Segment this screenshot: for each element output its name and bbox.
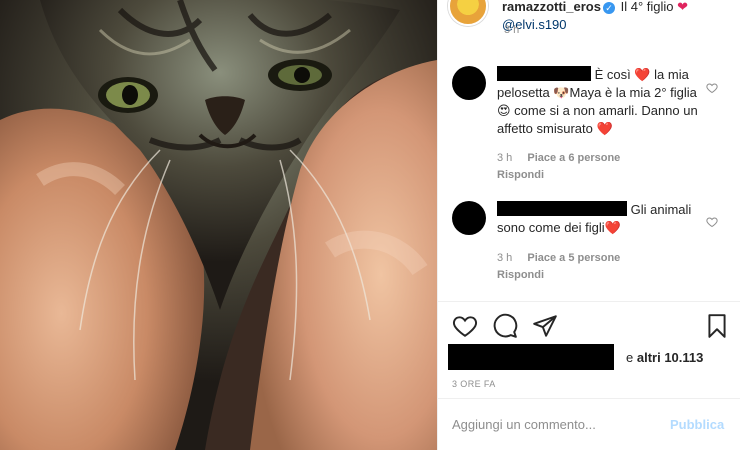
likes-prefix: e bbox=[626, 350, 634, 365]
likes-others[interactable]: altri 10.113 bbox=[637, 350, 704, 365]
comment-time: 3 h bbox=[497, 252, 513, 264]
author-username[interactable]: ramazzotti_eros bbox=[502, 0, 601, 14]
divider bbox=[438, 301, 740, 302]
comment-item: Gli animali sono come dei figli❤️ 3 h Pi… bbox=[452, 201, 732, 291]
comment-body: Gli animali sono come dei figli❤️ bbox=[497, 201, 707, 237]
caption-time: 3 h bbox=[504, 24, 520, 36]
comment-time: 3 h bbox=[497, 152, 513, 164]
comment-item: È così ❤️ la mia pelosetta 🐶Maya è la mi… bbox=[452, 66, 732, 186]
comment-likes[interactable]: Piace a 6 persone bbox=[527, 152, 620, 164]
caption-text: ramazzotti_eros ✓ Il 4° figlio ❤ @elvi.s1… bbox=[502, 0, 732, 34]
author-avatar[interactable] bbox=[448, 0, 488, 26]
post-photo[interactable] bbox=[0, 0, 437, 450]
bookmark-icon[interactable] bbox=[704, 313, 730, 339]
heart-icon[interactable] bbox=[452, 313, 478, 339]
commenter-avatar[interactable] bbox=[452, 66, 486, 100]
likes-summary: e altri 10.113 bbox=[448, 344, 738, 370]
reply-button[interactable]: Rispondi bbox=[497, 269, 544, 281]
redacted-username bbox=[497, 66, 591, 81]
paper-plane-icon[interactable] bbox=[532, 313, 558, 339]
comment-bubble-icon[interactable] bbox=[492, 313, 518, 339]
likes-count[interactable]: e altri 10.113 bbox=[626, 350, 703, 365]
caption-body: Il 4° figlio bbox=[620, 0, 674, 14]
caption: ramazzotti_eros ✓ Il 4° figlio ❤ @elvi.s1… bbox=[444, 0, 734, 50]
commenter-avatar[interactable] bbox=[452, 201, 486, 235]
comment-meta: 3 h Piace a 6 persone bbox=[497, 152, 632, 164]
heart-emoji-icon: ❤ bbox=[677, 0, 689, 14]
verified-badge-icon: ✓ bbox=[602, 1, 615, 14]
comment-meta: 3 h Piace a 5 persone bbox=[497, 252, 632, 264]
divider bbox=[438, 398, 740, 399]
comment-like-heart-icon[interactable] bbox=[706, 82, 718, 94]
cat-between-legs-image bbox=[0, 0, 437, 450]
comment-body: È così ❤️ la mia pelosetta 🐶Maya è la mi… bbox=[497, 66, 707, 138]
post-age: 3 ORE FA bbox=[452, 379, 496, 389]
publish-button[interactable]: Pubblica bbox=[670, 417, 724, 432]
reply-button[interactable]: Rispondi bbox=[497, 169, 544, 181]
post-side-panel: ramazzotti_eros ✓ Il 4° figlio ❤ @elvi.s1… bbox=[437, 0, 740, 450]
comment-likes[interactable]: Piace a 5 persone bbox=[527, 252, 620, 264]
redacted-username bbox=[497, 201, 627, 216]
comment-like-heart-icon[interactable] bbox=[706, 216, 718, 228]
action-bar bbox=[452, 313, 732, 339]
redacted-likers bbox=[448, 344, 614, 370]
comment-input[interactable]: Aggiungi un commento... bbox=[452, 417, 652, 432]
